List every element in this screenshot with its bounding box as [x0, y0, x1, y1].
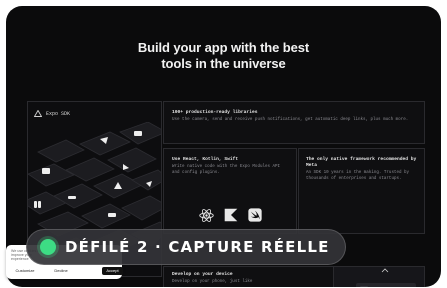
device-card-desc: Develop on your phone, just like [172, 280, 253, 284]
hero-title-line-2: tools in the universe [161, 56, 286, 71]
scroll-capture-badge: DÉFILÉ 2 · CAPTURE RÉELLE [26, 229, 346, 265]
device-card-title: Develop on your device [172, 272, 233, 277]
production-card-desc: Use the camera, send and receive push no… [172, 118, 409, 122]
native-card-desc: Write native code with the Expo Modules … [172, 165, 281, 175]
production-libraries-card[interactable]: 100+ production-ready libraries Use the … [163, 101, 425, 144]
meta-recommendation-card[interactable]: The only native framework recommended by… [298, 148, 425, 234]
bars-key-icon-2 [38, 201, 41, 208]
cookie-accept-button[interactable]: Accept [102, 267, 123, 275]
sdk-card-header: Expo SDK [34, 110, 70, 117]
scroll-capture-label: DÉFILÉ 2 · CAPTURE RÉELLE [65, 238, 330, 256]
hero-title: Build your app with the best tools in th… [6, 40, 441, 72]
card-key-icon [108, 213, 116, 217]
status-dot-icon [40, 239, 56, 255]
develop-device-card[interactable]: Develop on your device Develop on your p… [163, 266, 335, 287]
phone-preview-illustration [356, 268, 416, 287]
sdk-card-label: Expo SDK [46, 110, 71, 117]
expo-logo-icon [34, 110, 42, 117]
cookie-customize-button[interactable]: Customize [14, 267, 36, 275]
swift-icon [247, 208, 262, 222]
bars-key-icon [34, 201, 37, 208]
native-languages-card[interactable]: Use React, Kotlin, Swift Write native co… [163, 148, 297, 234]
meta-card-desc: An SDK 10 years in the making. Trusted b… [306, 171, 410, 181]
production-card-title: 100+ production-ready libraries [172, 110, 258, 115]
kotlin-icon [224, 208, 237, 222]
react-icon [198, 209, 214, 222]
phone-preview-card[interactable] [333, 266, 425, 287]
native-card-title: Use React, Kotlin, Swift [172, 157, 239, 162]
mail-key-icon [134, 131, 142, 136]
cookie-decline-button[interactable]: Decline [50, 267, 72, 275]
language-logos [164, 208, 296, 223]
meta-card-title: The only native framework recommended by… [306, 157, 417, 168]
minus-key-icon [68, 196, 76, 199]
hero-title-line-1: Build your app with the best [137, 40, 310, 55]
image-key-icon [42, 168, 50, 174]
